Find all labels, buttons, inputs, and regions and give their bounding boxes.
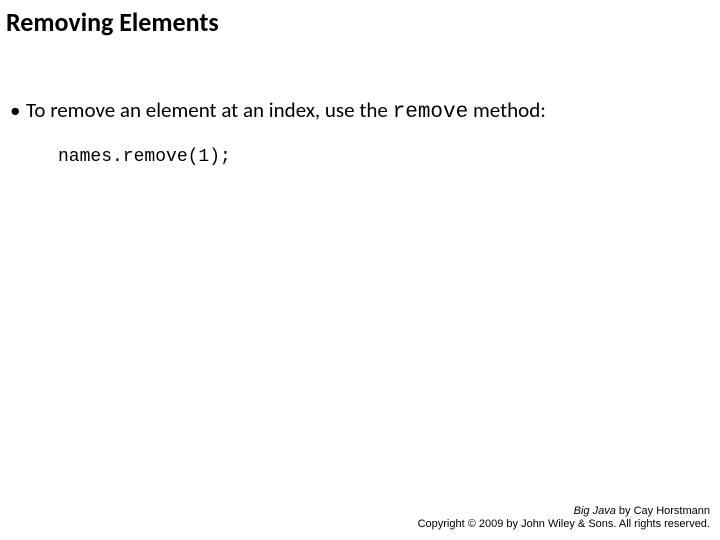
bullet-code-word: remove [393, 101, 469, 124]
slide: Removing Elements • To remove an element… [0, 0, 720, 540]
footer-book-title: Big Java [574, 505, 616, 517]
bullet-item: • To remove an element at an index, use … [10, 96, 710, 127]
bullet-text-before: To remove an element at an index, use th… [26, 97, 393, 123]
slide-footer: Big Java by Cay Horstmann Copyright © 20… [418, 505, 710, 533]
bullet-text: To remove an element at an index, use th… [26, 96, 710, 127]
code-line: names.remove(1); [58, 145, 710, 169]
bullet-marker: • [10, 96, 26, 124]
bullet-text-after: method: [468, 97, 546, 123]
footer-copyright: Copyright © 2009 by John Wiley & Sons. A… [418, 518, 710, 532]
footer-author: by Cay Horstmann [616, 505, 710, 517]
footer-line-1: Big Java by Cay Horstmann [418, 505, 710, 519]
slide-body: • To remove an element at an index, use … [10, 96, 710, 170]
slide-title: Removing Elements [6, 6, 219, 38]
